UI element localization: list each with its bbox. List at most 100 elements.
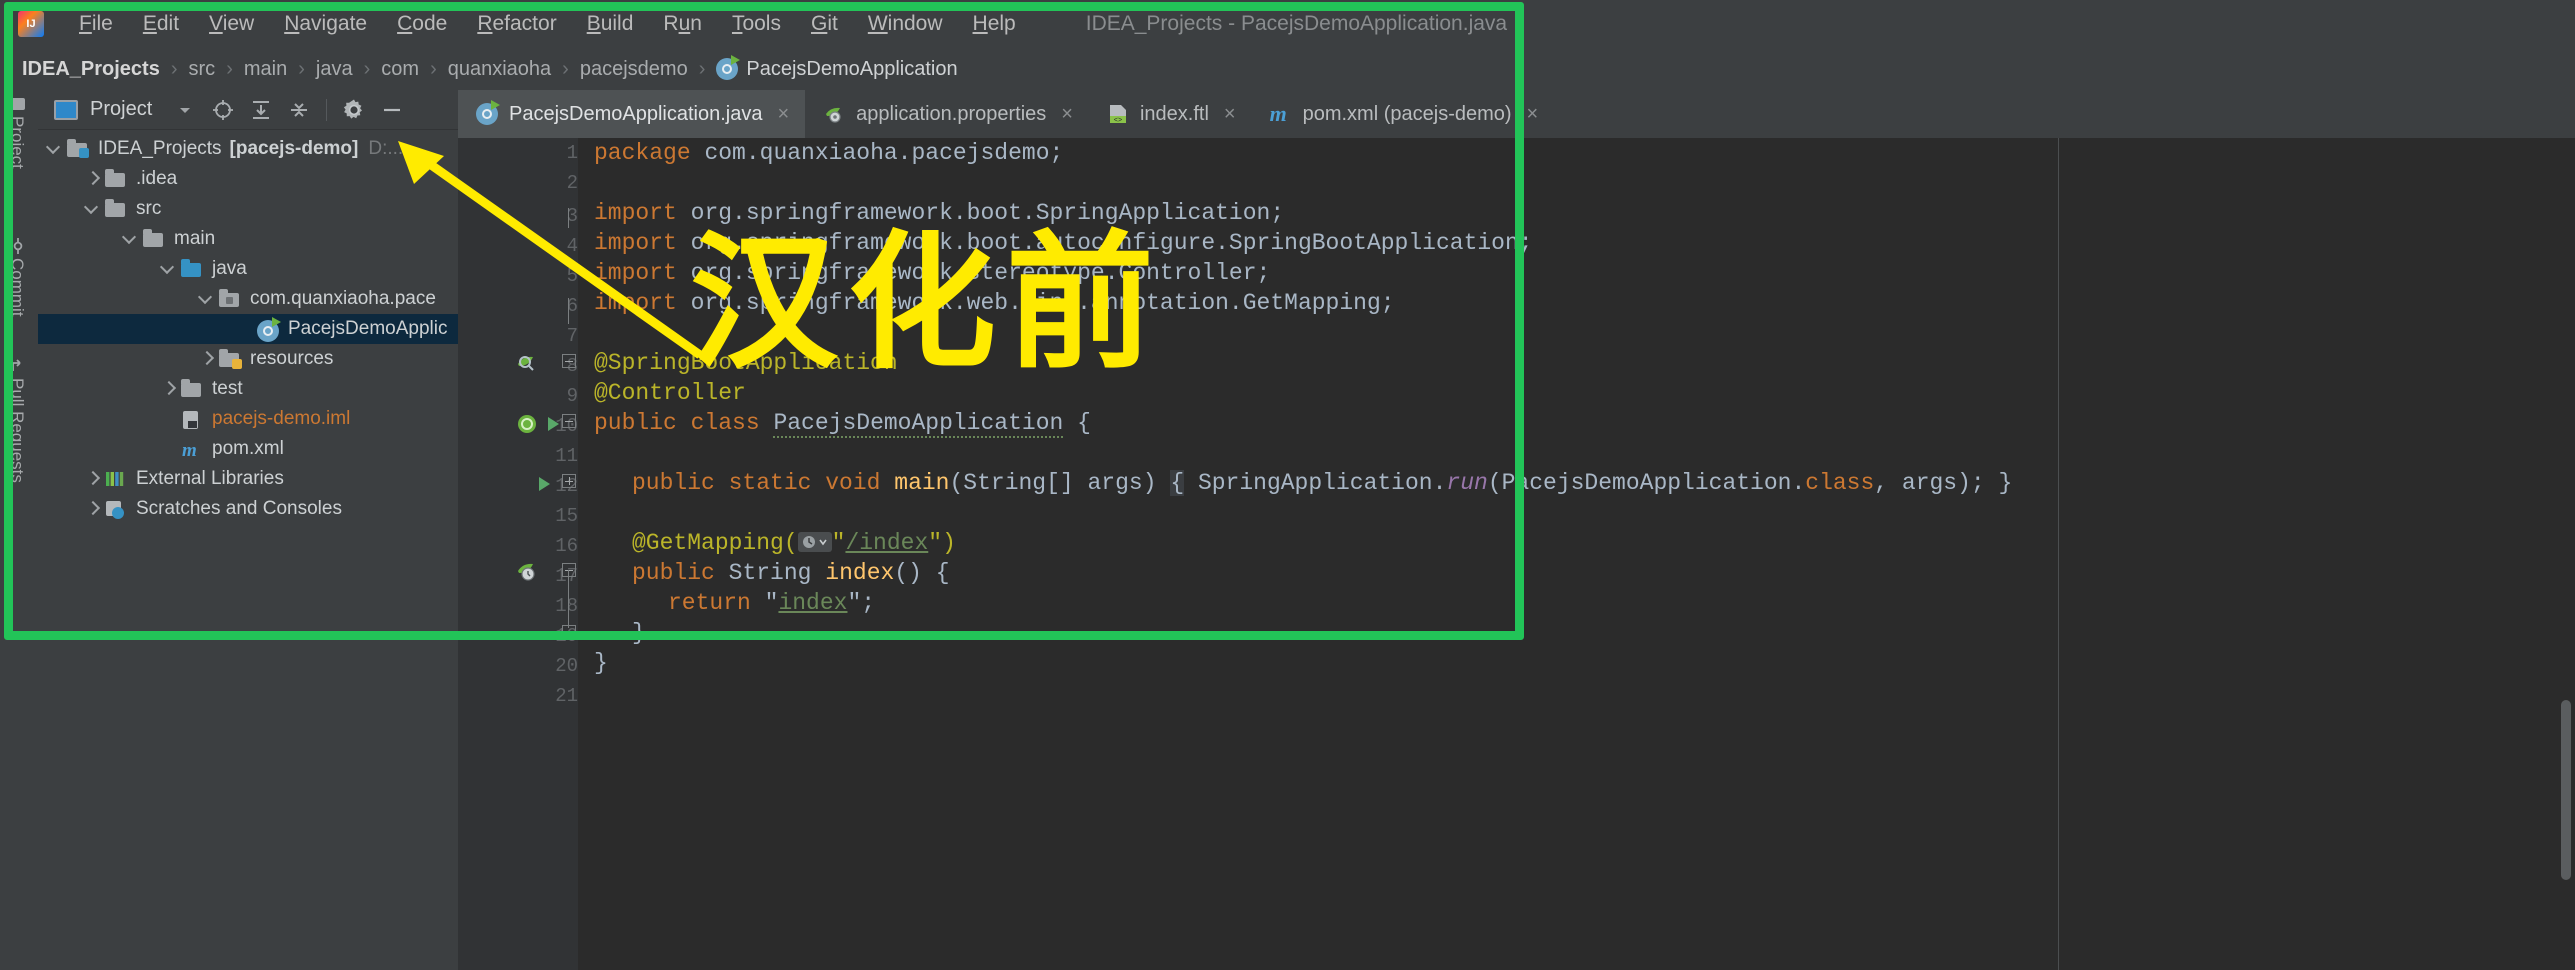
tree-node-iml-file[interactable]: pacejs-demo.iml [38, 404, 458, 434]
line-number: 2 [566, 172, 578, 194]
tree-node-src[interactable]: src [38, 194, 458, 224]
module-folder-icon [67, 139, 89, 158]
fold-arm [568, 570, 569, 628]
menu-item-file[interactable]: File [64, 7, 128, 40]
chevron-right-icon[interactable] [198, 350, 216, 368]
tree-label: src [136, 198, 162, 219]
breadcrumb-item-4[interactable]: com [381, 58, 419, 81]
line-number: 1 [566, 142, 578, 164]
tab-application-properties[interactable]: application.properties × [805, 90, 1089, 138]
maven-file-icon: m [182, 440, 197, 461]
tree-node-pacejsdemoapplication[interactable]: PacejsDemoApplic [38, 314, 458, 344]
fold-marker-collapsed[interactable] [562, 474, 578, 490]
select-opened-file-icon[interactable] [208, 95, 238, 125]
menu-item-run[interactable]: Run [648, 7, 717, 40]
close-icon[interactable]: × [777, 103, 789, 126]
spring-mapping-gutter-icon[interactable] [516, 561, 538, 583]
project-tool-window: Project IDEA_Projects [pacejs-demo] D:..… [38, 90, 458, 970]
tab-pacejsdemoapplication-java[interactable]: PacejsDemoApplication.java × [458, 90, 806, 138]
tool-window-project[interactable]: Project [7, 116, 27, 169]
chevron-down-icon[interactable] [84, 200, 102, 218]
libraries-icon [105, 470, 127, 488]
menu-item-code[interactable]: Code [382, 7, 462, 40]
chevron-right-icon[interactable] [160, 380, 178, 398]
settings-gear-icon[interactable] [339, 95, 369, 125]
breadcrumb-item-1[interactable]: src [189, 58, 216, 81]
chevron-down-icon[interactable] [198, 290, 216, 308]
breadcrumb-item-5[interactable]: quanxiaoha [448, 58, 551, 81]
breadcrumb-separator: › [170, 57, 178, 80]
breadcrumb-item-3[interactable]: java [316, 58, 353, 81]
chevron-down-icon[interactable] [46, 140, 64, 158]
chevron-down-icon[interactable] [160, 260, 178, 278]
source-folder-icon [181, 259, 203, 278]
no-chevron-spacer [160, 440, 178, 458]
menu-item-build[interactable]: Build [572, 7, 649, 40]
breadcrumb-item-7[interactable]: PacejsDemoApplication [746, 58, 957, 81]
fold-marker[interactable] [562, 354, 578, 370]
pull-requests-icon[interactable] [10, 358, 26, 374]
menu-item-window[interactable]: Window [853, 7, 958, 40]
fold-marker[interactable] [562, 563, 578, 579]
menu-item-git[interactable]: Git [796, 7, 853, 40]
collapse-all-icon[interactable] [284, 95, 314, 125]
tree-node-package[interactable]: com.quanxiaoha.pace [38, 284, 458, 314]
tree-node-resources[interactable]: resources [38, 344, 458, 374]
tree-node-scratches-and-consoles[interactable]: Scratches and Consoles [38, 494, 458, 524]
folder-icon [181, 379, 203, 398]
close-icon[interactable]: × [1527, 103, 1539, 126]
tree-node-main[interactable]: main [38, 224, 458, 254]
chevron-right-icon[interactable] [84, 500, 102, 518]
tool-window-pull-requests[interactable]: Pull Requests [7, 378, 27, 483]
project-view-icon [54, 99, 78, 120]
line-number: 6 [566, 295, 578, 317]
line-number: 18 [555, 595, 578, 617]
editor-scrollbar[interactable] [2561, 700, 2571, 880]
breadcrumb-separator: › [298, 57, 305, 80]
tree-node-external-libraries[interactable]: External Libraries [38, 464, 458, 494]
fold-marker[interactable] [562, 414, 578, 430]
menu-bar: IJ File Edit View Navigate Code Refactor… [0, 0, 2575, 48]
tree-node-idea-projects[interactable]: IDEA_Projects [pacejs-demo] D:... [38, 134, 458, 164]
run-gutter-icon[interactable] [534, 474, 556, 496]
menu-item-navigate[interactable]: Navigate [269, 7, 382, 40]
tab-index-ftl[interactable]: <> index.ftl × [1089, 90, 1252, 138]
close-icon[interactable]: × [1061, 103, 1073, 126]
menu-item-help[interactable]: Help [958, 7, 1031, 40]
hide-panel-icon[interactable] [377, 95, 407, 125]
tree-node-idea[interactable]: .idea [38, 164, 458, 194]
chevron-down-icon[interactable] [122, 230, 140, 248]
project-tree[interactable]: IDEA_Projects [pacejs-demo] D:... .idea … [38, 134, 458, 970]
line-number: 11 [555, 445, 578, 467]
menu-item-tools[interactable]: Tools [717, 7, 796, 40]
breadcrumb-item-6[interactable]: pacejsdemo [580, 58, 688, 81]
menu-item-refactor[interactable]: Refactor [462, 7, 571, 40]
intellij-idea-window: IJ File Edit View Navigate Code Refactor… [0, 0, 2575, 970]
spring-bean-gutter-icon[interactable] [516, 353, 538, 375]
breadcrumb-separator: › [430, 57, 437, 80]
expand-all-icon[interactable] [246, 95, 276, 125]
tab-pom-xml[interactable]: m pom.xml (pacejs-demo) × [1252, 90, 1555, 138]
fold-arm [568, 208, 569, 228]
project-window-icon[interactable] [10, 98, 26, 114]
commit-window-icon[interactable] [10, 238, 26, 254]
menu-item-view[interactable]: View [194, 7, 269, 40]
tree-node-test[interactable]: test [38, 374, 458, 404]
spring-boot-gutter-icon[interactable] [516, 413, 538, 435]
fold-marker-end[interactable] [562, 625, 578, 641]
menu-item-edit[interactable]: Edit [128, 7, 194, 40]
editor-gutter[interactable]: 1 2 3 4 5 6 7 8 9 10 11 12 15 16 17 18 1… [458, 138, 578, 970]
breadcrumb-item-0[interactable]: IDEA_Projects [22, 58, 160, 81]
line-number: 15 [555, 505, 578, 527]
close-icon[interactable]: × [1224, 103, 1236, 126]
breadcrumb-item-2[interactable]: main [244, 58, 287, 81]
tool-window-commit[interactable]: Commit [7, 258, 27, 317]
tree-label: main [174, 228, 216, 249]
project-view-dropdown-icon[interactable] [170, 95, 200, 125]
chevron-right-icon[interactable] [84, 170, 102, 188]
project-panel-title: Project [90, 98, 153, 120]
tree-node-java[interactable]: java [38, 254, 458, 284]
tree-node-pom-xml[interactable]: m pom.xml [38, 434, 458, 464]
line-number: 7 [566, 325, 578, 347]
chevron-right-icon[interactable] [84, 470, 102, 488]
